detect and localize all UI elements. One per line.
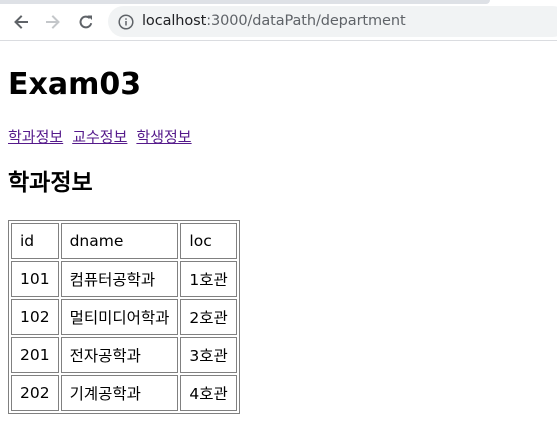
page-title: Exam03 <box>8 67 142 102</box>
tab-strip <box>0 0 490 4</box>
link-department[interactable]: 학과정보 <box>8 128 63 146</box>
table-row: 202 기계공학과 4호관 <box>11 375 237 411</box>
table-header-row: id dname loc <box>11 223 237 259</box>
header-loc: loc <box>180 223 237 259</box>
cell-id: 102 <box>11 299 59 335</box>
url-text[interactable]: localhost:3000/dataPath/department <box>142 13 406 29</box>
url-path: :3000/dataPath/department <box>206 13 406 29</box>
table-row: 101 컴퓨터공학과 1호관 <box>11 261 237 297</box>
cell-id: 201 <box>11 337 59 373</box>
cell-id: 202 <box>11 375 59 411</box>
reload-icon <box>79 15 93 29</box>
arrow-right-icon <box>46 15 60 29</box>
header-id: id <box>11 223 59 259</box>
cell-loc: 1호관 <box>180 261 237 297</box>
table-row: 201 전자공학과 3호관 <box>11 337 237 373</box>
section-title: 학과정보 <box>8 170 93 196</box>
url-host: localhost <box>142 13 207 29</box>
cell-loc: 3호관 <box>180 337 237 373</box>
cell-id: 101 <box>11 261 59 297</box>
cell-dname: 멀티미디어학과 <box>60 299 179 335</box>
cell-dname: 컴퓨터공학과 <box>60 261 179 297</box>
link-student[interactable]: 학생정보 <box>136 128 191 146</box>
info-icon[interactable] <box>118 14 134 30</box>
table-row: 102 멀티미디어학과 2호관 <box>11 299 237 335</box>
cell-loc: 2호관 <box>180 299 237 335</box>
link-professor[interactable]: 교수정보 <box>72 128 127 146</box>
cell-loc: 4호관 <box>180 375 237 411</box>
reload-button[interactable] <box>73 9 99 35</box>
browser-toolbar: localhost:3000/dataPath/department <box>0 0 557 41</box>
arrow-left-icon <box>14 15 28 29</box>
cell-dname: 기계공학과 <box>60 375 179 411</box>
back-button[interactable] <box>8 9 34 35</box>
address-bar[interactable]: localhost:3000/dataPath/department <box>108 6 557 37</box>
header-dname: dname <box>60 223 179 259</box>
forward-button[interactable] <box>40 9 66 35</box>
department-table: id dname loc 101 컴퓨터공학과 1호관 102 멀티미디어학과 … <box>8 220 240 414</box>
nav-links: 학과정보 교수정보 학생정보 <box>8 127 201 147</box>
cell-dname: 전자공학과 <box>60 337 179 373</box>
